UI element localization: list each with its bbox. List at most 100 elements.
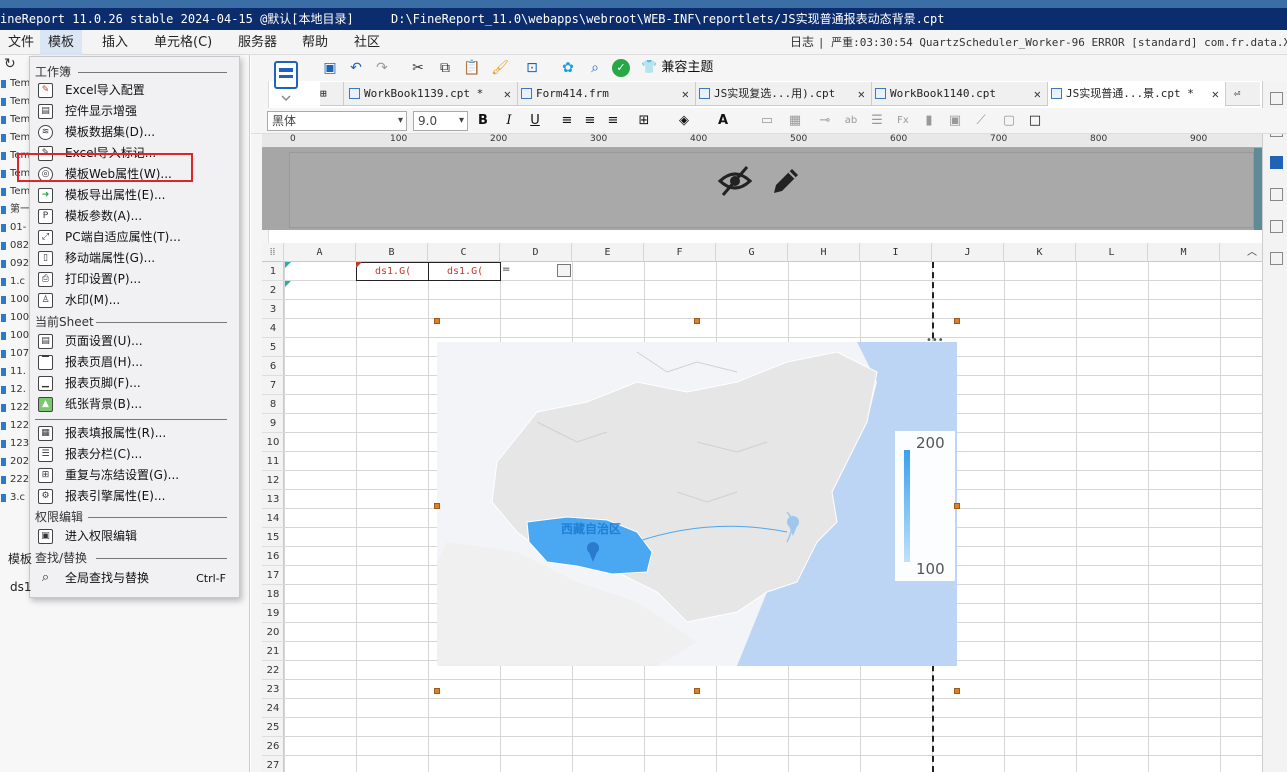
chart-icon[interactable]: ▮	[921, 113, 937, 129]
copy-icon[interactable]: ⧉	[436, 59, 454, 77]
row-header-cell[interactable]: 15	[262, 528, 284, 547]
menu-server[interactable]: 服务器	[230, 30, 285, 55]
menu-item-watermark[interactable]: ♙ 水印(M)...	[34, 290, 234, 311]
menu-item-report-footer[interactable]: ▁ 报表页脚(F)...	[34, 373, 234, 394]
debug-icon[interactable]: ✿	[559, 59, 577, 77]
undo-icon[interactable]: ↶	[347, 59, 365, 77]
widget-icon[interactable]	[557, 264, 571, 277]
row-header-cell[interactable]: 20	[262, 623, 284, 642]
menu-item-report-columns[interactable]: ☰ 报表分栏(C)...	[34, 444, 234, 465]
row-header-cell[interactable]: 18	[262, 585, 284, 604]
report-type-icon[interactable]	[265, 60, 305, 104]
menu-item-widget-display[interactable]: ▤ 控件显示增强	[34, 101, 234, 122]
row-header-cell[interactable]: 10	[262, 433, 284, 452]
grid-view-icon[interactable]: ⊞	[320, 82, 344, 106]
row-header-cell[interactable]: 22	[262, 661, 284, 680]
column-header-cell[interactable]: G	[716, 243, 788, 262]
column-header-cell[interactable]: C	[428, 243, 500, 262]
row-header-cell[interactable]: 24	[262, 699, 284, 718]
menu-item-template-dataset[interactable]: ≋ 模板数据集(D)...	[34, 122, 234, 143]
link-icon[interactable]	[1270, 252, 1283, 265]
tab-workbook1139[interactable]: WorkBook1139.cpt * ✕	[346, 82, 518, 106]
panel-icon[interactable]	[1270, 92, 1283, 105]
menu-item-template-params[interactable]: P 模板参数(A)...	[34, 206, 234, 227]
column-header-cell[interactable]: D	[500, 243, 572, 262]
paste-icon[interactable]: 📋	[463, 59, 481, 77]
row-header-cell[interactable]: 6	[262, 357, 284, 376]
header-scrollbar[interactable]	[1254, 148, 1262, 230]
collapse-icon[interactable]: ︿	[1244, 243, 1260, 262]
italic-button[interactable]: I	[501, 113, 517, 129]
close-icon[interactable]: ✕	[1212, 82, 1219, 106]
column-header-cell[interactable]: M	[1148, 243, 1220, 262]
row-header-cell[interactable]: 11	[262, 452, 284, 471]
row-header-cell[interactable]: 9	[262, 414, 284, 433]
pencil-icon[interactable]	[770, 165, 802, 197]
search-doc-icon[interactable]: ⌕	[586, 59, 604, 77]
text-icon[interactable]: ab	[843, 113, 859, 129]
menu-template[interactable]: 模板	[40, 30, 83, 55]
eye-off-icon[interactable]	[717, 163, 753, 199]
tab-js-dynamic-bg[interactable]: JS实现普通...景.cpt * ✕	[1048, 82, 1226, 106]
menu-help[interactable]: 帮助	[294, 30, 336, 55]
row-header-cell[interactable]: 1	[262, 262, 284, 281]
column-header-cell[interactable]: A	[284, 243, 356, 262]
resize-handle[interactable]	[434, 503, 440, 509]
menu-community[interactable]: 社区	[346, 30, 388, 55]
preview-icon[interactable]: ⊡	[523, 59, 541, 77]
close-icon[interactable]: ✕	[682, 82, 689, 106]
row-header-cell[interactable]: 19	[262, 604, 284, 623]
format-painter-icon[interactable]: 🖌	[491, 59, 509, 77]
row-header-cell[interactable]: 14	[262, 509, 284, 528]
menu-item-pc-adaptive[interactable]: ⤢ PC端自适应属性(T)...	[34, 227, 234, 248]
menu-item-enter-permission[interactable]: ▣ 进入权限编辑	[34, 526, 234, 547]
column-header-cell[interactable]: J	[932, 243, 1004, 262]
column-header-cell[interactable]: B	[356, 243, 428, 262]
menu-item-excel-import-config[interactable]: ✎ Excel导入配置	[34, 80, 234, 101]
resize-handle[interactable]	[694, 318, 700, 324]
bold-button[interactable]: B	[475, 113, 491, 129]
tab-overflow-icon[interactable]: ⏎	[1234, 82, 1258, 106]
row-header-cell[interactable]: 23	[262, 680, 284, 699]
link-icon[interactable]: ⊸	[817, 113, 833, 129]
table-icon[interactable]: ▦	[787, 113, 803, 129]
check-icon[interactable]: ✓	[612, 59, 630, 77]
column-header-cell[interactable]: F	[644, 243, 716, 262]
clear-icon[interactable]: ▢	[1001, 113, 1017, 129]
cell-c1[interactable]: ds1.G(	[428, 262, 501, 281]
close-icon[interactable]: ✕	[858, 82, 865, 106]
image-icon[interactable]: ▣	[947, 113, 963, 129]
fill-color-icon[interactable]: ◈	[676, 113, 692, 129]
menu-item-mobile-attr[interactable]: ▯ 移动端属性(G)...	[34, 248, 234, 269]
redo-icon[interactable]: ↷	[373, 59, 391, 77]
row-header-cell[interactable]: 26	[262, 737, 284, 756]
row-header-cell[interactable]: 3	[262, 300, 284, 319]
column-header-cell[interactable]: K	[1004, 243, 1076, 262]
resize-handle[interactable]	[694, 688, 700, 694]
close-icon[interactable]: ✕	[1034, 82, 1041, 106]
column-header-cell[interactable]: I	[860, 243, 932, 262]
menu-item-paper-background[interactable]: ▲ 纸张背景(B)...	[34, 394, 234, 415]
row-header-cell[interactable]: 4	[262, 319, 284, 338]
row-header-cell[interactable]: 27	[262, 756, 284, 772]
panel-icon[interactable]	[1270, 220, 1283, 233]
menu-item-template-export-attr[interactable]: ➜ 模板导出属性(E)...	[34, 185, 234, 206]
tab-form414[interactable]: Form414.frm ✕	[518, 82, 696, 106]
font-family-select[interactable]: 黑体 ▾	[267, 111, 407, 131]
dataset-ds1-label[interactable]: ds1	[10, 580, 32, 594]
menu-item-print-settings[interactable]: ⎙ 打印设置(P)...	[34, 269, 234, 290]
close-icon[interactable]: ✕	[504, 82, 511, 106]
menu-item-repeat-freeze[interactable]: ⊞ 重复与冻结设置(G)...	[34, 465, 234, 486]
row-header-cell[interactable]: 2	[262, 281, 284, 300]
menu-insert[interactable]: 插入	[94, 30, 136, 55]
align-right-icon[interactable]: ≡	[605, 113, 621, 129]
column-header-cell[interactable]: L	[1076, 243, 1148, 262]
resize-handle[interactable]	[434, 688, 440, 694]
align-left-icon[interactable]: ≡	[559, 113, 575, 129]
resize-handle[interactable]	[954, 503, 960, 509]
slash-icon[interactable]: ⟋	[973, 113, 989, 129]
resize-handle[interactable]	[954, 688, 960, 694]
log-area[interactable]: 日志 | 严重:03:30:54 QuartzScheduler_Worker-…	[790, 30, 1287, 55]
row-header-cell[interactable]: 5	[262, 338, 284, 357]
menu-item-fill-attr[interactable]: ▦ 报表填报属性(R)...	[34, 423, 234, 444]
